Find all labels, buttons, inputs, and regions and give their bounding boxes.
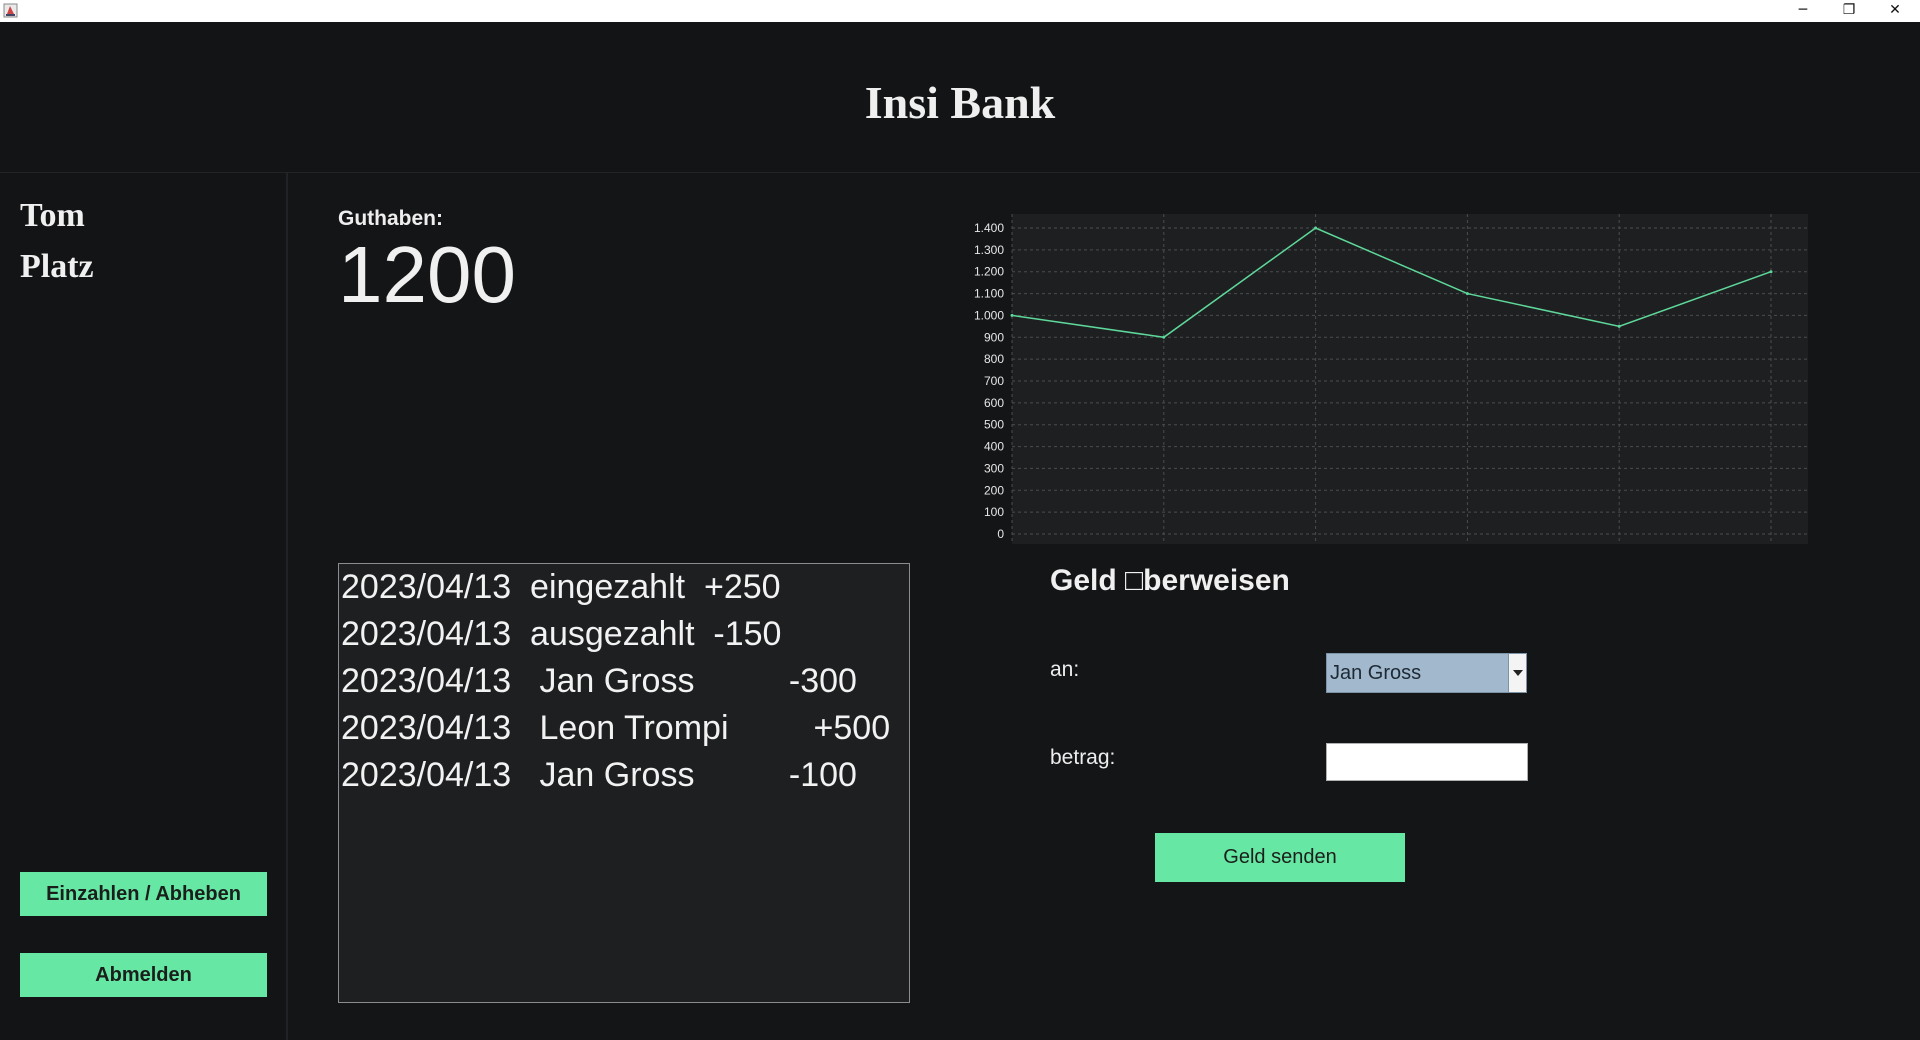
chart-y-tick-label: 1.300 [974, 243, 1004, 257]
chart-y-tick-label: 400 [984, 440, 1004, 454]
amount-label: betrag: [1050, 746, 1116, 769]
chart-y-tick-label: 0 [997, 527, 1004, 541]
restore-button[interactable]: ❐ [1826, 0, 1872, 22]
chart-y-tick-label: 300 [984, 461, 1004, 475]
transactions-list[interactable]: 2023/04/13 eingezahlt +250 2023/04/13 au… [338, 563, 910, 1003]
chart-y-tick-label: 800 [984, 352, 1004, 366]
chart-plot-area [1012, 214, 1808, 544]
chart-y-tick-label: 900 [984, 330, 1004, 344]
bank-title: Insi Bank [864, 77, 1056, 128]
chart-y-tick-label: 200 [984, 483, 1004, 497]
chart-data-point [1162, 335, 1166, 339]
chart-y-tick-label: 600 [984, 396, 1004, 410]
transaction-item[interactable]: 2023/04/13 Jan Gross -100 [341, 756, 857, 800]
balance-value: 1200 [338, 230, 516, 319]
chart-y-tick-label: 500 [984, 418, 1004, 432]
minimize-icon: ─ [1798, 2, 1808, 18]
recipient-selected-value: Jan Gross [1330, 662, 1422, 684]
recipient-label: an: [1050, 658, 1080, 681]
user-first-name: Tom [20, 197, 85, 234]
restore-icon: ❐ [1842, 2, 1856, 18]
chart-data-point [1314, 226, 1318, 230]
transaction-item[interactable]: 2023/04/13 eingezahlt +250 [341, 568, 781, 612]
chart-y-tick-label: 1.400 [974, 221, 1004, 235]
dropdown-arrow-button[interactable] [1508, 654, 1526, 692]
chart-y-tick-label: 1.200 [974, 265, 1004, 279]
transfer-title: Geld □berweisen [1050, 564, 1290, 597]
chart-y-tick-label: 1.100 [974, 287, 1004, 301]
minimize-button[interactable]: ─ [1780, 0, 1826, 22]
transaction-item[interactable]: 2023/04/13 Leon Trompi +500 [341, 709, 890, 753]
chart-data-point [1769, 270, 1773, 274]
chart-data-point [1617, 324, 1621, 328]
chart-data-point [1465, 292, 1469, 296]
transaction-item[interactable]: 2023/04/13 ausgezahlt -150 [341, 615, 781, 659]
chart-y-tick-label: 100 [984, 505, 1004, 519]
send-money-button[interactable]: Geld senden [1155, 833, 1405, 882]
deposit-withdraw-button[interactable]: Einzahlen / Abheben [20, 872, 267, 916]
java-app-icon [3, 3, 18, 18]
chevron-down-icon [1513, 670, 1523, 676]
sidebar: Tom Platz Einzahlen / Abheben Abmelden [0, 173, 288, 1040]
app-header: Insi Bank [0, 22, 1920, 173]
recipient-select[interactable]: Jan Gross [1326, 653, 1527, 693]
chart-y-tick-label: 700 [984, 374, 1004, 388]
user-last-name: Platz [20, 248, 94, 285]
close-icon: ✕ [1889, 2, 1901, 18]
transaction-item[interactable]: 2023/04/13 Jan Gross -300 [341, 662, 857, 706]
balance-history-chart: 0 100 200 300 400 500 600 700 800 900 1.000 1.100 1.… [974, 214, 1808, 544]
logout-button[interactable]: Abmelden [20, 953, 267, 997]
chart-y-tick-label: 1.000 [974, 308, 1004, 322]
close-button[interactable]: ✕ [1872, 0, 1918, 22]
amount-input[interactable] [1326, 743, 1528, 781]
window-titlebar: ─ ❐ ✕ [0, 0, 1920, 22]
balance-label: Guthaben: [338, 207, 443, 230]
chart-data-point [1010, 313, 1014, 317]
